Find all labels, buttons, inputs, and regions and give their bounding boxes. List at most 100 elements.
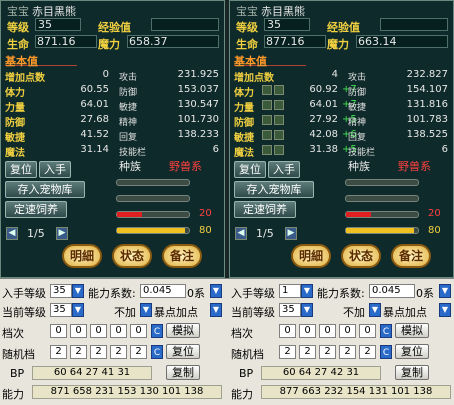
store-pet-button[interactable]: 存入宠物库 xyxy=(5,181,85,198)
grade-field[interactable]: 0 xyxy=(319,324,336,338)
random-field[interactable]: 2 xyxy=(339,345,356,359)
random-field[interactable]: 2 xyxy=(110,345,127,359)
store-pet-button[interactable]: 存入宠物库 xyxy=(234,181,314,198)
stat-value: 60.92 xyxy=(309,84,338,95)
race-label: 种族 xyxy=(348,160,370,173)
ability-dropdown[interactable]: ▼ xyxy=(210,284,222,298)
pet-name: 赤目黑熊 xyxy=(32,5,76,18)
exp-box xyxy=(151,18,219,31)
rstat-label: 回复 xyxy=(119,133,138,143)
rstat-value: 6 xyxy=(212,144,219,155)
random-field[interactable]: 2 xyxy=(90,345,107,359)
hp-value: 871.16 xyxy=(37,35,76,48)
gauge-fill xyxy=(117,228,186,233)
copy-button[interactable]: 复制 xyxy=(395,365,429,380)
grade-field[interactable]: 0 xyxy=(130,324,147,338)
stat-label: 力量 xyxy=(234,103,254,114)
grade-field[interactable]: 0 xyxy=(90,324,107,338)
stat-value: 31.14 xyxy=(80,144,109,155)
random-field[interactable]: 2 xyxy=(70,345,87,359)
gauge-fill xyxy=(346,212,372,217)
entry-level-select[interactable]: 35 xyxy=(50,284,72,298)
ability-label: 能力系数: xyxy=(317,287,365,300)
grade-field[interactable]: 0 xyxy=(359,324,376,338)
ability-suffix: 0系 xyxy=(187,287,205,300)
current-level-select[interactable]: 35 xyxy=(279,303,301,317)
reset-button[interactable]: 复位 xyxy=(234,161,266,178)
grade-c-button[interactable]: C xyxy=(151,324,163,338)
tab-note[interactable]: 备注 xyxy=(162,244,202,268)
rstat-label: 精神 xyxy=(348,118,367,128)
copy-button[interactable]: 复制 xyxy=(166,365,200,380)
ability-dropdown[interactable]: ▼ xyxy=(439,284,451,298)
obtain-button[interactable]: 入手 xyxy=(39,161,71,178)
grade-field[interactable]: 0 xyxy=(50,324,67,338)
next-page-icon[interactable]: ▶ xyxy=(56,227,68,240)
grade-field[interactable]: 0 xyxy=(70,324,87,338)
base-value-title: 基本值 xyxy=(5,53,77,68)
ability-select[interactable]: 0.045 xyxy=(140,284,186,298)
random-field[interactable]: 2 xyxy=(130,345,147,359)
rstat-label: 技能栏 xyxy=(348,148,376,158)
bonus-dropdown[interactable]: ▼ xyxy=(210,303,222,317)
random-field[interactable]: 2 xyxy=(50,345,67,359)
pet-type-tag: 宝宝 xyxy=(7,5,29,18)
tab-detail[interactable]: 明細 xyxy=(291,244,331,268)
entry-level-select[interactable]: 1 xyxy=(279,284,301,298)
mp-label: 魔力 xyxy=(327,38,349,51)
stat-icon xyxy=(262,145,272,155)
bonus-point-label: 暴点加点 xyxy=(154,306,198,319)
current-level-label: 当前等级 xyxy=(2,306,46,319)
fixed-feed-button[interactable]: 定速饲养 xyxy=(5,201,67,218)
obtain-button[interactable]: 入手 xyxy=(268,161,300,178)
stat-value: 41.52 xyxy=(80,129,109,140)
entry-level-dropdown[interactable]: ▼ xyxy=(301,284,313,298)
random-field[interactable]: 2 xyxy=(319,345,336,359)
yellow-number: 80 xyxy=(428,225,441,236)
pet-panel: 宝宝 赤目黑熊 等级 35 经验值 生命 877.16 魔力 663.14 基本值 增加点数 4 体力 6… xyxy=(229,0,454,278)
random-field[interactable]: 2 xyxy=(299,345,316,359)
tab-note[interactable]: 备注 xyxy=(391,244,431,268)
fixed-feed-button[interactable]: 定速饲养 xyxy=(234,201,296,218)
add-dropdown[interactable]: ▼ xyxy=(140,303,152,317)
random-c-button[interactable]: C xyxy=(380,345,392,359)
rstat-value: 130.547 xyxy=(177,99,219,110)
current-level-select[interactable]: 35 xyxy=(50,303,72,317)
random-field[interactable]: 2 xyxy=(359,345,376,359)
bonus-dropdown[interactable]: ▼ xyxy=(439,303,451,317)
entry-level-dropdown[interactable]: ▼ xyxy=(72,284,84,298)
random-field[interactable]: 2 xyxy=(279,345,296,359)
simulate-button[interactable]: 模拟 xyxy=(395,323,429,338)
prev-page-icon[interactable]: ◀ xyxy=(6,227,18,240)
random-c-button[interactable]: C xyxy=(151,345,163,359)
next-page-icon[interactable]: ▶ xyxy=(285,227,297,240)
grade-field[interactable]: 0 xyxy=(339,324,356,338)
pet-name-row: 宝宝 赤目黑熊 xyxy=(7,3,76,18)
add-dropdown[interactable]: ▼ xyxy=(369,303,381,317)
current-level-dropdown[interactable]: ▼ xyxy=(72,303,84,317)
tab-detail[interactable]: 明細 xyxy=(62,244,102,268)
page-indicator: 1/5 xyxy=(27,227,45,240)
grade-field[interactable]: 0 xyxy=(299,324,316,338)
ability-select[interactable]: 0.045 xyxy=(369,284,415,298)
pet-name-row: 宝宝 赤目黑熊 xyxy=(236,3,305,18)
add-select[interactable]: 不加 xyxy=(343,304,365,320)
current-level-dropdown[interactable]: ▼ xyxy=(301,303,313,317)
grade-c-button[interactable]: C xyxy=(380,324,392,338)
reset-calc-button[interactable]: 复位 xyxy=(395,344,429,359)
grade-field[interactable]: 0 xyxy=(279,324,296,338)
add-select[interactable]: 不加 xyxy=(114,304,136,320)
tab-status[interactable]: 状态 xyxy=(112,244,152,268)
stat-value: 4 xyxy=(331,69,338,80)
simulate-button[interactable]: 模拟 xyxy=(166,323,200,338)
stat-value: 27.92 xyxy=(309,114,338,125)
grade-field[interactable]: 0 xyxy=(110,324,127,338)
prev-page-icon[interactable]: ◀ xyxy=(235,227,247,240)
tab-status[interactable]: 状态 xyxy=(341,244,381,268)
stat-value: 42.08 xyxy=(309,129,338,140)
reset-button[interactable]: 复位 xyxy=(5,161,37,178)
base-value-title: 基本值 xyxy=(234,53,306,68)
stat-label: 增加点数 xyxy=(234,73,274,84)
rstat-label: 回复 xyxy=(348,133,367,143)
reset-calc-button[interactable]: 复位 xyxy=(166,344,200,359)
